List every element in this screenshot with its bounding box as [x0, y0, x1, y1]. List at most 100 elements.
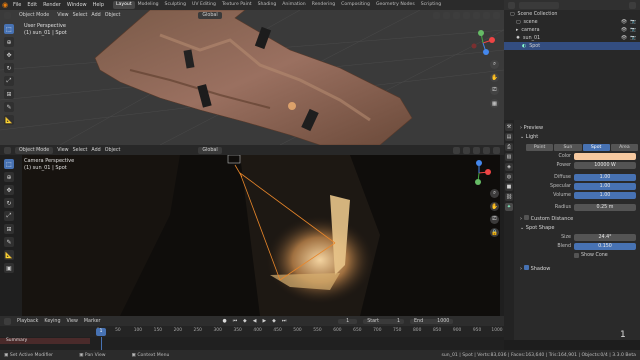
outliner-row-sun01[interactable]: ✹ sun_01 👁 📷: [504, 34, 640, 42]
orientation-dropdown[interactable]: Global: [198, 11, 222, 19]
pan-hand-icon[interactable]: ✋: [490, 73, 499, 82]
spot-shape-section[interactable]: ⌄ Spot Shape: [516, 224, 638, 233]
zoom-icon[interactable]: ⌕: [490, 189, 499, 198]
current-frame-marker[interactable]: 1: [96, 328, 106, 336]
render-camera-icon[interactable]: 📷: [630, 36, 636, 41]
menu-file[interactable]: File: [10, 2, 24, 8]
transform-tool-icon[interactable]: ⊞: [4, 89, 14, 99]
visibility-eye-icon[interactable]: 👁: [621, 28, 627, 33]
measure-tool-icon[interactable]: 📐: [4, 115, 14, 125]
xray-icon[interactable]: [473, 146, 480, 154]
spot-blend-field[interactable]: 0.150: [574, 243, 636, 250]
camera-view-icon[interactable]: ⎚: [490, 86, 499, 95]
menu-window[interactable]: Window: [64, 2, 90, 8]
select-tool-icon[interactable]: ⬚: [4, 24, 14, 34]
custom-distance-checkbox[interactable]: [523, 215, 529, 220]
summary-channel[interactable]: Summary: [0, 338, 90, 344]
annotate-tool-icon[interactable]: ✎: [4, 237, 14, 247]
scene-tab-icon[interactable]: ◈: [505, 163, 513, 171]
tab-uv-editing[interactable]: UV Editing: [189, 1, 219, 9]
mode-dropdown[interactable]: Object Mode: [15, 11, 54, 19]
annotate-tool-icon[interactable]: ✎: [4, 102, 14, 112]
orientation-dropdown[interactable]: Global: [198, 146, 222, 154]
editor-type-icon[interactable]: [4, 146, 11, 154]
snap-icon[interactable]: [453, 146, 460, 154]
object-tab-icon[interactable]: ■: [505, 183, 513, 191]
menu-view[interactable]: View: [57, 148, 68, 153]
jump-end-icon[interactable]: ⏭: [282, 318, 286, 324]
scale-tool-icon[interactable]: ⤢: [4, 76, 14, 86]
navigation-gizmo[interactable]: [470, 30, 496, 56]
menu-edit[interactable]: Edit: [24, 2, 40, 8]
shading-solid-icon[interactable]: [483, 146, 490, 154]
measure-tool-icon[interactable]: 📐: [4, 250, 14, 260]
light-type-sun[interactable]: Sun: [554, 143, 582, 151]
overlays-icon[interactable]: [453, 11, 460, 19]
menu-view[interactable]: View: [57, 13, 68, 18]
menu-render[interactable]: Render: [40, 2, 64, 8]
cursor-tool-icon[interactable]: ⊕: [4, 172, 14, 182]
timeline-ruler[interactable]: 0501001502002503003504004505005506006507…: [0, 328, 504, 336]
outliner-row-camera[interactable]: ▸ camera 👁 📷: [504, 26, 640, 34]
preview-section[interactable]: › Preview: [516, 124, 638, 133]
outliner-row-scene[interactable]: ▢ scene 👁 📷: [504, 18, 640, 26]
spot-size-field[interactable]: 24.4°: [574, 234, 636, 241]
custom-distance-section[interactable]: › Custom Distance: [516, 215, 638, 224]
editor-type-icon[interactable]: [4, 11, 11, 19]
tab-animation[interactable]: Animation: [279, 1, 308, 9]
editor-type-icon[interactable]: [508, 1, 515, 9]
timeline-track[interactable]: Summary: [0, 337, 504, 350]
scale-tool-icon[interactable]: ⤢: [4, 211, 14, 221]
menu-object[interactable]: Object: [105, 13, 121, 18]
rotate-tool-icon[interactable]: ↻: [4, 198, 14, 208]
tab-modeling[interactable]: Modeling: [135, 1, 162, 9]
light-section[interactable]: ⌄ Light: [516, 133, 638, 142]
move-tool-icon[interactable]: ✥: [4, 50, 14, 60]
transform-tool-icon[interactable]: ⊞: [4, 224, 14, 234]
start-frame-field[interactable]: Start 1: [363, 318, 405, 324]
rotate-tool-icon[interactable]: ↻: [4, 63, 14, 73]
current-frame-field[interactable]: 1: [338, 318, 358, 324]
xray-icon[interactable]: [463, 11, 470, 19]
outliner-row-scene-collection[interactable]: ▢ Scene Collection: [504, 10, 640, 18]
menu-view[interactable]: View: [67, 319, 78, 324]
light-type-area[interactable]: Area: [610, 143, 638, 151]
view-layer-tab-icon[interactable]: ▧: [505, 153, 513, 161]
proportional-edit-icon[interactable]: [443, 11, 450, 19]
blender-logo-icon[interactable]: ◉: [0, 0, 10, 10]
cursor-tool-icon[interactable]: ⊕: [4, 37, 14, 47]
select-tool-icon[interactable]: ⬚: [4, 159, 14, 169]
menu-select[interactable]: Select: [73, 13, 88, 18]
zoom-icon[interactable]: ⌕: [490, 60, 499, 69]
visibility-eye-icon[interactable]: 👁: [621, 20, 627, 25]
shading-rendered-icon[interactable]: [493, 146, 500, 154]
light-type-point[interactable]: Point: [526, 143, 554, 151]
overlays-icon[interactable]: [463, 146, 470, 154]
tab-geometry-nodes[interactable]: Geometry Nodes: [373, 1, 418, 9]
shading-solid-icon[interactable]: [473, 11, 480, 19]
mode-dropdown[interactable]: Object Mode: [15, 146, 54, 154]
power-field[interactable]: 10000 W: [574, 162, 636, 169]
shading-rendered-icon[interactable]: [493, 11, 500, 19]
snap-icon[interactable]: [433, 11, 440, 19]
add-cube-tool-icon[interactable]: ▣: [4, 263, 14, 273]
render-camera-icon[interactable]: 📷: [630, 20, 636, 25]
pan-hand-icon[interactable]: ✋: [490, 202, 499, 211]
render-tab-icon[interactable]: ▤: [505, 133, 513, 141]
menu-marker[interactable]: Marker: [84, 319, 101, 324]
menu-select[interactable]: Select: [73, 148, 88, 153]
navigation-gizmo[interactable]: [466, 160, 492, 186]
play-icon[interactable]: ▶: [262, 319, 266, 324]
shadow-section[interactable]: › Shadow: [516, 265, 638, 274]
next-key-icon[interactable]: ◆: [272, 319, 276, 324]
tab-layout[interactable]: Layout: [113, 1, 135, 9]
play-reverse-icon[interactable]: ◀: [253, 319, 257, 324]
radius-field[interactable]: 0.25 m: [574, 204, 636, 211]
volume-field[interactable]: 1.00: [574, 192, 636, 199]
editor-type-icon[interactable]: [4, 317, 11, 325]
shading-material-icon[interactable]: [483, 11, 490, 19]
tab-scripting[interactable]: Scripting: [418, 1, 444, 9]
render-camera-icon[interactable]: 📷: [630, 28, 636, 33]
menu-object[interactable]: Object: [105, 148, 121, 153]
lock-camera-icon[interactable]: 🔒: [490, 228, 499, 237]
